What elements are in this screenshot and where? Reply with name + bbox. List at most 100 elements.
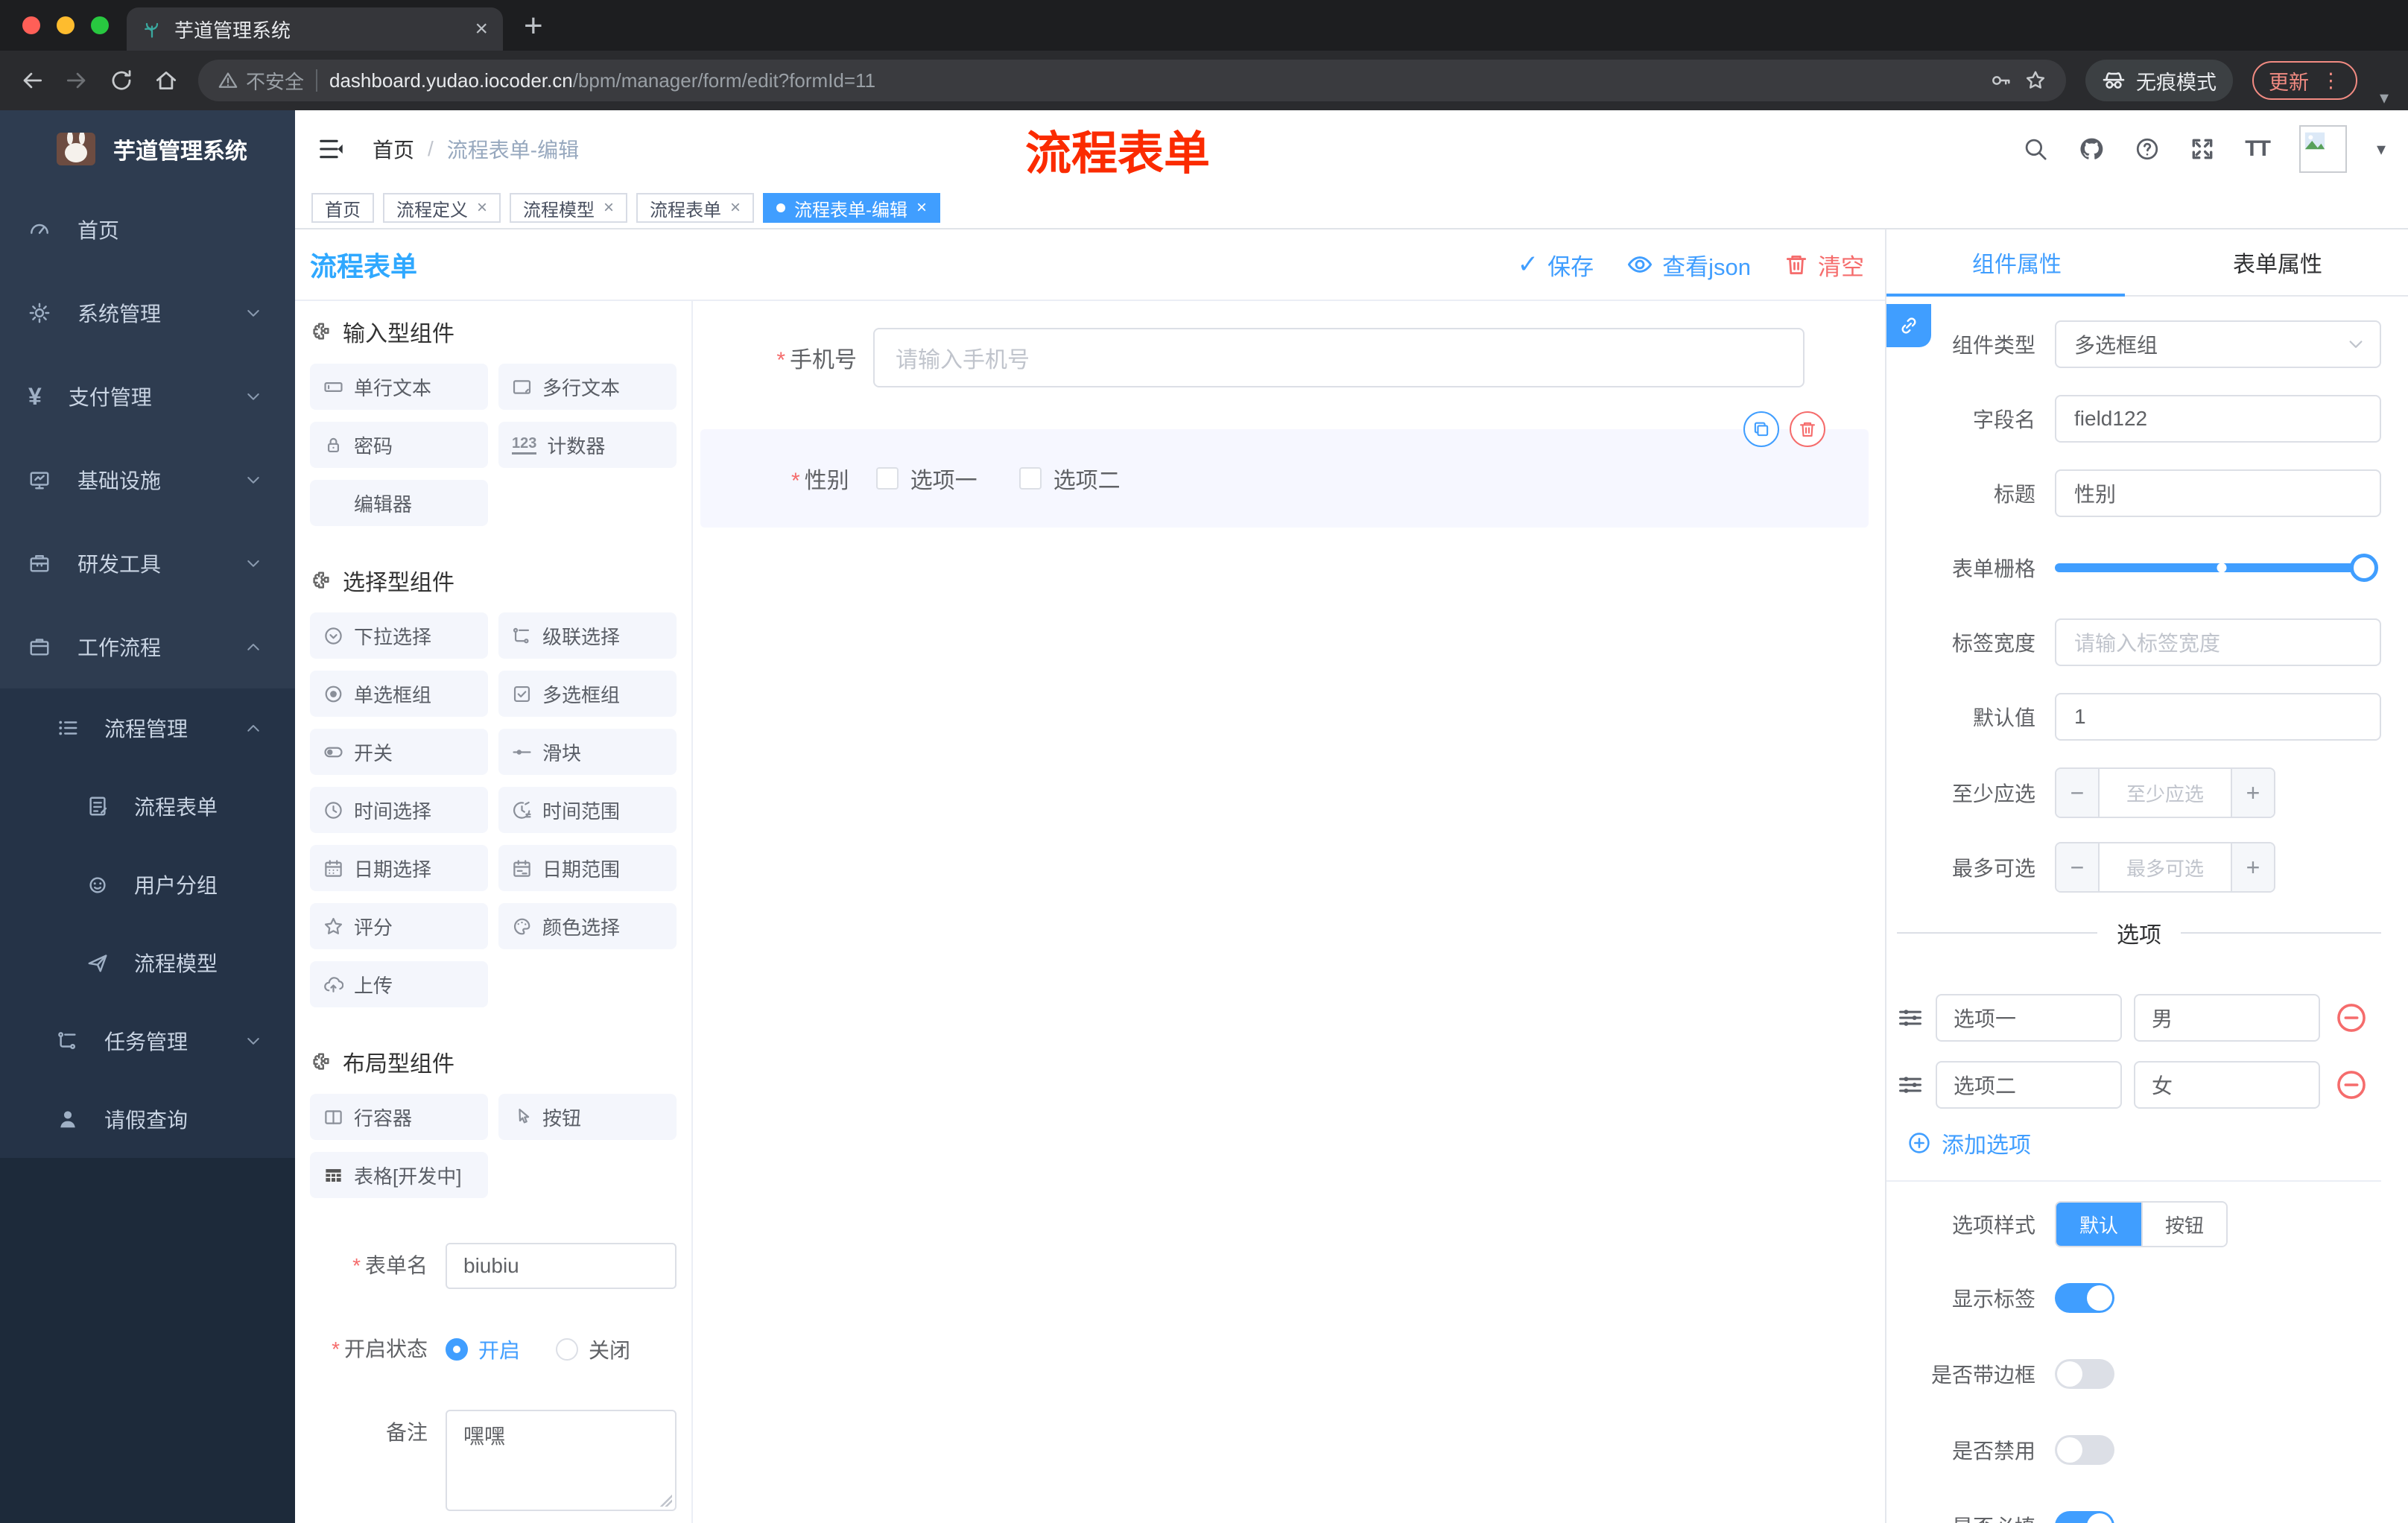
add-option-button[interactable]: 添加选项 xyxy=(1907,1128,2381,1158)
copy-component-button[interactable] xyxy=(1743,411,1779,447)
app-logo[interactable]: 芋道管理系统 xyxy=(0,110,295,188)
increment-button[interactable]: + xyxy=(2231,843,2274,891)
decrement-button[interactable]: − xyxy=(2056,843,2100,891)
browser-menu-icon[interactable]: ⋮ xyxy=(2321,69,2341,92)
search-icon[interactable] xyxy=(2023,136,2048,162)
field-name-input[interactable]: field122 xyxy=(2055,395,2381,443)
update-button[interactable]: 更新 ⋮ xyxy=(2252,61,2357,100)
back-icon[interactable] xyxy=(19,68,45,93)
forward-icon[interactable] xyxy=(64,68,89,93)
sidebar-item-process-model[interactable]: 流程模型 xyxy=(0,923,295,1001)
component-select[interactable]: 下拉选择 xyxy=(310,612,488,659)
canvas-phone-field[interactable]: * 手机号 请输入手机号 xyxy=(693,328,1885,387)
tag-home[interactable]: 首页 xyxy=(311,193,374,223)
address-bar[interactable]: 不安全 dashboard.yudao.iocoder.cn/bpm/manag… xyxy=(198,60,2066,101)
sidebar-item-payment[interactable]: ¥ 支付管理 xyxy=(0,355,295,438)
chrome-caret-icon[interactable]: ▾ xyxy=(2380,87,2389,110)
breadcrumb-home[interactable]: 首页 xyxy=(373,134,414,164)
component-single-text[interactable]: 单行文本 xyxy=(310,364,488,410)
style-default-button[interactable]: 默认 xyxy=(2056,1203,2141,1246)
option-label-input[interactable]: 选项二 xyxy=(1936,1061,2122,1109)
gender-option-2-checkbox[interactable]: 选项二 xyxy=(1018,462,1121,495)
tag-process-model[interactable]: 流程模型 × xyxy=(510,193,628,223)
style-button-button[interactable]: 按钮 xyxy=(2141,1203,2226,1246)
component-row-container[interactable]: 行容器 xyxy=(310,1094,488,1140)
sidebar-item-process-form[interactable]: 流程表单 xyxy=(0,767,295,845)
component-date-picker[interactable]: 日期选择 xyxy=(310,845,488,891)
sidebar-item-user-group[interactable]: 用户分组 xyxy=(0,845,295,923)
component-upload[interactable]: 上传 xyxy=(310,961,488,1007)
status-on-radio[interactable]: 开启 xyxy=(446,1334,520,1364)
drag-handle-icon[interactable] xyxy=(1897,1071,1924,1098)
tab-form-props[interactable]: 表单属性 xyxy=(2147,229,2408,295)
tag-close-icon[interactable]: × xyxy=(730,197,741,218)
remove-option-icon[interactable] xyxy=(2335,1068,2368,1101)
component-checkbox-group[interactable]: 多选框组 xyxy=(498,671,677,717)
tab-component-props[interactable]: 组件属性 xyxy=(1886,229,2147,295)
clear-button[interactable]: 清空 xyxy=(1784,248,1864,282)
sidebar-item-system[interactable]: 系统管理 xyxy=(0,271,295,355)
reload-icon[interactable] xyxy=(109,68,134,93)
option-value-input[interactable]: 男 xyxy=(2134,994,2320,1042)
view-json-button[interactable]: 查看json xyxy=(1626,248,1751,282)
sidebar-item-workflow[interactable]: 工作流程 xyxy=(0,605,295,688)
component-color-picker[interactable]: 颜色选择 xyxy=(498,903,677,949)
tag-process-definition[interactable]: 流程定义 × xyxy=(383,193,501,223)
min-select-input[interactable]: 至少应选 xyxy=(2100,769,2231,817)
security-warning[interactable]: 不安全 xyxy=(218,67,304,95)
remove-option-icon[interactable] xyxy=(2335,1001,2368,1034)
tag-process-form[interactable]: 流程表单 × xyxy=(636,193,755,223)
new-tab-button[interactable]: + xyxy=(524,7,543,45)
home-icon[interactable] xyxy=(153,68,179,93)
component-switch[interactable]: 开关 xyxy=(310,729,488,775)
key-icon[interactable] xyxy=(1990,69,2012,92)
component-time-picker[interactable]: 时间选择 xyxy=(310,787,488,833)
form-grid-slider[interactable] xyxy=(2055,554,2378,582)
tag-process-form-edit[interactable]: 流程表单-编辑 × xyxy=(763,193,941,223)
component-slider[interactable]: 滑块 xyxy=(498,729,677,775)
component-counter[interactable]: 123 计数器 xyxy=(498,422,677,468)
save-button[interactable]: ✓ 保存 xyxy=(1518,248,1594,282)
option-value-input[interactable]: 女 xyxy=(2134,1061,2320,1109)
default-value-input[interactable]: 1 xyxy=(2055,693,2381,741)
title-input[interactable]: 性别 xyxy=(2055,469,2381,517)
component-table[interactable]: 表格[开发中] xyxy=(310,1152,488,1198)
component-rate[interactable]: 评分 xyxy=(310,903,488,949)
tab-close-icon[interactable]: × xyxy=(475,16,488,42)
help-icon[interactable] xyxy=(2135,136,2160,162)
tag-close-icon[interactable]: × xyxy=(477,197,487,218)
drag-handle-icon[interactable] xyxy=(1897,1004,1924,1031)
component-radio-group[interactable]: 单选框组 xyxy=(310,671,488,717)
border-toggle[interactable] xyxy=(2055,1359,2114,1389)
component-password[interactable]: 密码 xyxy=(310,422,488,468)
tag-close-icon[interactable]: × xyxy=(916,197,927,218)
show-label-toggle[interactable] xyxy=(2055,1283,2114,1313)
label-width-input[interactable]: 请输入标签宽度 xyxy=(2055,618,2381,666)
max-select-input[interactable]: 最多可选 xyxy=(2100,843,2231,891)
sidebar-item-leave-query[interactable]: 请假查询 xyxy=(0,1080,295,1158)
bookmark-star-icon[interactable] xyxy=(2024,69,2047,92)
sidebar-item-home[interactable]: 首页 xyxy=(0,188,295,271)
component-type-select[interactable]: 多选框组 xyxy=(2055,320,2381,368)
component-cascader[interactable]: 级联选择 xyxy=(498,612,677,659)
slider-handle[interactable] xyxy=(2350,554,2378,582)
component-editor[interactable]: 编辑器 xyxy=(310,480,488,526)
browser-tab[interactable]: 芋道管理系统 × xyxy=(127,7,503,51)
status-off-radio[interactable]: 关闭 xyxy=(556,1334,630,1364)
sidebar-item-devtools[interactable]: 研发工具 xyxy=(0,522,295,605)
close-window-button[interactable] xyxy=(22,16,40,34)
github-icon[interactable] xyxy=(2078,136,2105,162)
sidebar-item-process-mgmt[interactable]: 流程管理 xyxy=(0,688,295,767)
component-button[interactable]: 按钮 xyxy=(498,1094,677,1140)
sidebar-item-task-mgmt[interactable]: 任务管理 xyxy=(0,1001,295,1080)
form-remark-textarea[interactable]: 嘿嘿 xyxy=(446,1410,677,1511)
gender-option-1-checkbox[interactable]: 选项一 xyxy=(875,462,978,495)
avatar[interactable] xyxy=(2298,125,2347,173)
font-size-icon[interactable]: TT xyxy=(2245,136,2271,162)
component-date-range[interactable]: 日期范围 xyxy=(498,845,677,891)
phone-input[interactable]: 请输入手机号 xyxy=(873,328,1805,387)
option-label-input[interactable]: 选项一 xyxy=(1936,994,2122,1042)
form-canvas[interactable]: * 手机号 请输入手机号 * 性别 选项一 选项二 xyxy=(693,301,1885,1523)
maximize-window-button[interactable] xyxy=(91,16,109,34)
component-time-range[interactable]: 时间范围 xyxy=(498,787,677,833)
